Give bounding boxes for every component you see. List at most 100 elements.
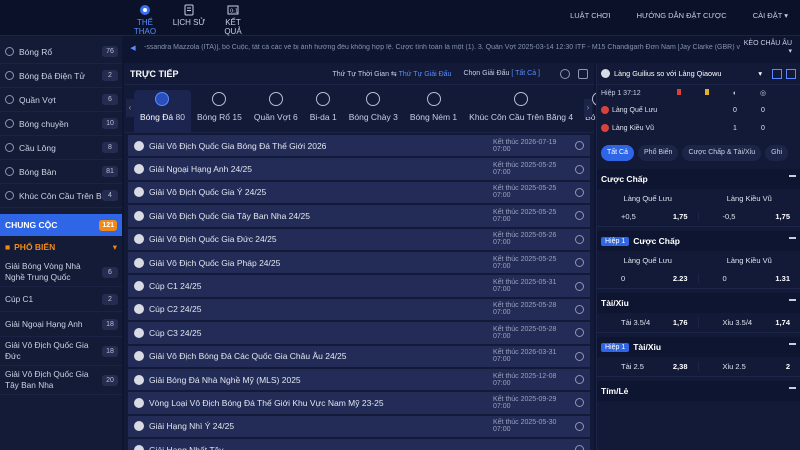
app: THỂ THAO LỊCH SỬ 0:1 KẾT QUẢ LUẬT CHƠI H…: [0, 0, 800, 450]
rules-link[interactable]: LUẬT CHƠI: [570, 11, 610, 20]
sport-tab[interactable]: Bóng Ném 1: [404, 90, 463, 132]
tab-scroll-right[interactable]: ›: [584, 99, 592, 117]
league-row[interactable]: Giải Vô Địch Quốc Gia Pháp 24/25 Kết thúc…: [128, 251, 590, 274]
stats-icon[interactable]: [772, 68, 782, 79]
sidebar-sport-item[interactable]: Khúc Côn Cầu Trên Băng4: [0, 184, 122, 208]
odds-cell-left[interactable]: Tài 2.5 2,38: [597, 362, 699, 371]
pin-icon[interactable]: [575, 164, 584, 174]
nav-results[interactable]: 0:1 KẾT QUẢ: [216, 4, 250, 36]
sport-tab[interactable]: Bóng Chày 3: [343, 90, 404, 132]
league-row[interactable]: Giải Vô Địch Quốc Gia Tây Ban Nha 24/25 K…: [128, 205, 590, 227]
pin-icon[interactable]: [575, 187, 584, 197]
sport-tab[interactable]: Bóng Rổ 15: [191, 90, 248, 132]
odds-format-select[interactable]: KÈO CHÂU ÂU ▾: [740, 40, 800, 55]
market-tab[interactable]: Tất Cả: [601, 145, 635, 161]
league-row[interactable]: Cúp C3 24/25 Kết thúc 2025-05-28 07:00: [128, 322, 590, 344]
league-end-time: Kết thúc 2025-05-25 07:00: [493, 208, 557, 223]
sport-tab[interactable]: Bóng Đá 80: [134, 90, 191, 132]
league-row[interactable]: Giải Hạng Nhất Tây...: [128, 439, 590, 450]
sidebar-league-item[interactable]: Giải Vô Địch Quốc Gia Đức 18: [0, 337, 122, 366]
sport-tab[interactable]: Quần Vợt 6: [248, 90, 304, 132]
betting-guide-link[interactable]: HƯỚNG DẪN ĐẶT CƯỢC: [637, 11, 727, 20]
pin-icon[interactable]: [575, 398, 584, 408]
odds-cell-right[interactable]: Xỉu 2.5 2: [699, 362, 800, 371]
league-row[interactable]: Giải Vô Địch Quốc Gia Bóng Đá Thế Giới 2…: [128, 135, 590, 157]
odds-cell-left[interactable]: 0 2.23: [597, 274, 699, 283]
sidebar-league-item[interactable]: Giải Vô Địch Quốc Gia Tây Ban Nha 20: [0, 366, 122, 395]
pin-icon[interactable]: [575, 375, 584, 385]
pin-icon[interactable]: [575, 141, 584, 151]
league-row[interactable]: Cúp C1 24/25 Kết thúc 2025-05-31 07:00: [128, 275, 590, 297]
soccer-ball-icon: [601, 69, 610, 78]
pin-icon[interactable]: [575, 281, 584, 291]
league-row[interactable]: Giải Hạng Nhì Ý 24/25 Kết thúc 2025-05-30…: [128, 415, 590, 438]
pin-icon[interactable]: [575, 445, 584, 450]
sidebar-sport-item[interactable]: Quần Vợt 6: [0, 88, 122, 112]
pin-icon[interactable]: [789, 237, 796, 245]
league-row[interactable]: Giải Vô Địch Bóng Đá Các Quốc Gia Châu Â…: [128, 345, 590, 367]
sort-league[interactable]: Thứ Tự Giải Đấu: [399, 71, 452, 78]
pin-icon[interactable]: [575, 258, 584, 268]
pin-icon[interactable]: [789, 175, 796, 183]
sport-tab[interactable]: Khúc Côn Cầu Trên Băng 4: [463, 90, 579, 132]
league-row[interactable]: Giải Bóng Đá Nhà Nghề Mỹ (MLS) 2025 Kết t…: [128, 368, 590, 391]
sport-icon: [5, 95, 14, 104]
team-score-row: Làng Kiều Vũ 1 0: [597, 119, 800, 137]
team-score-row: Làng Quế Lưu 0 0: [597, 101, 800, 119]
settings-icon[interactable]: [578, 68, 588, 79]
league-logo-icon: [134, 234, 144, 245]
league-row[interactable]: Giải Ngoại Hạng Anh 24/25 Kết thúc 2025-0…: [128, 158, 590, 180]
sidebar-sport-item[interactable]: Bóng Rổ 76: [0, 40, 122, 64]
sidebar-league-item[interactable]: Cúp C1 2: [0, 287, 122, 312]
odds-cell-right[interactable]: -0,5 1,75: [699, 212, 800, 221]
yellow-card-icon: [693, 89, 721, 97]
league-filter[interactable]: Chọn Giải Đấu [ Tất Cả ]: [463, 70, 540, 77]
odds-cell-left[interactable]: +0,5 1,75: [597, 212, 699, 221]
champion-section[interactable]: CHUNG CỘC 121: [0, 214, 122, 236]
pin-icon[interactable]: [575, 421, 584, 431]
sport-tab-count: 80: [175, 112, 185, 122]
odds-cell-right[interactable]: Xỉu 3.5/4 1,74: [699, 318, 800, 327]
chevron-down-icon[interactable]: ▾: [758, 69, 762, 78]
market-header[interactable]: Cược Chấp: [597, 169, 800, 189]
market-header[interactable]: Hiệp 1 Tài/Xỉu: [597, 337, 800, 357]
tab-scroll-left[interactable]: ‹: [126, 99, 134, 117]
sidebar-sport-item[interactable]: Bóng Đá Điện Tử 2: [0, 64, 122, 88]
pin-icon[interactable]: [789, 299, 796, 307]
odds-cell-right[interactable]: 0 1.31: [699, 274, 800, 283]
nav-sports[interactable]: THỂ THAO: [128, 4, 162, 36]
sort-toggle[interactable]: Thứ Tự Thời Gian ⇆ Thứ Tự Giải Đấu: [332, 70, 451, 78]
pin-icon[interactable]: [575, 234, 584, 244]
sidebar-sport-item[interactable]: Cầu Lông 8: [0, 136, 122, 160]
pin-icon[interactable]: [575, 351, 584, 361]
pin-icon[interactable]: [575, 328, 584, 338]
market-header[interactable]: Tài/Xỉu: [597, 293, 800, 313]
pin-icon[interactable]: [789, 343, 796, 351]
sidebar-league-item[interactable]: Giải Bóng Vòng Nhà Nghề Trung Quốc 6: [0, 258, 122, 287]
league-row[interactable]: Cúp C2 24/25 Kết thúc 2025-05-28 07:00: [128, 298, 590, 321]
odds-cell-left[interactable]: Tài 3.5/4 1,76: [597, 318, 699, 327]
sport-tab[interactable]: Bi-da 1: [304, 90, 343, 132]
popular-section[interactable]: ■ PHỔ BIẾN ▾: [0, 236, 122, 258]
sort-time[interactable]: Thứ Tự Thời Gian: [332, 71, 389, 78]
market-header[interactable]: Tím/Lẻ: [597, 381, 800, 401]
market-tab[interactable]: Ghi: [765, 145, 789, 161]
sidebar-sport-item[interactable]: Bóng Bàn 81: [0, 160, 122, 184]
pin-icon[interactable]: [575, 211, 584, 221]
nav-history[interactable]: LỊCH SỬ: [172, 4, 206, 36]
league-row[interactable]: Giải Vô Địch Quốc Gia Ý 24/25 Kết thúc 20…: [128, 181, 590, 204]
market-tab[interactable]: Cược Chấp & Tài/Xỉu: [682, 145, 762, 161]
sidebar-league-item[interactable]: Giải Ngoại Hạng Anh 18: [0, 312, 122, 337]
market-tab[interactable]: Phổ Biến: [638, 145, 679, 161]
expand-icon[interactable]: [786, 68, 796, 79]
market-header[interactable]: Hiệp 1 Cược Chấp: [597, 231, 800, 251]
sidebar-sport-item[interactable]: Bóng chuyền 10: [0, 112, 122, 136]
league-row[interactable]: Giải Vô Địch Quốc Gia Đức 24/25 Kết thúc …: [128, 228, 590, 250]
refresh-icon[interactable]: [560, 68, 570, 79]
league-row[interactable]: Vòng Loại Vô Địch Bóng Đá Thế Giới Khu V…: [128, 392, 590, 414]
sport-count: 8: [102, 142, 118, 153]
pin-icon[interactable]: [575, 304, 584, 314]
settings-link[interactable]: CÀI ĐẶT ▾: [753, 11, 788, 20]
pin-icon[interactable]: [789, 387, 796, 395]
league-end-time: Kết thúc 2025-12-08 07:00: [493, 372, 557, 387]
